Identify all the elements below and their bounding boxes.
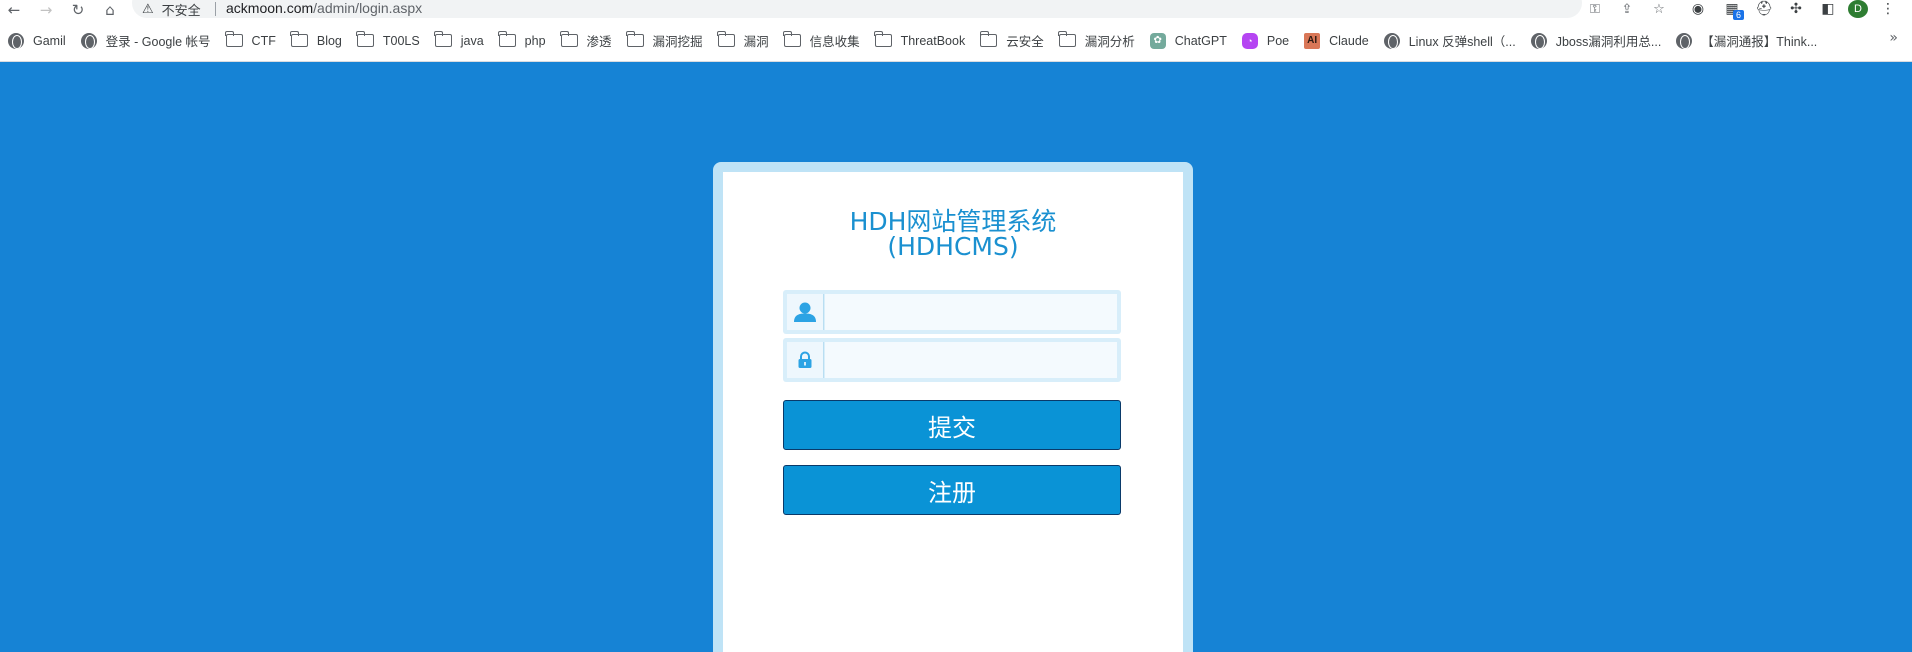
submit-button[interactable]: 提交 bbox=[783, 400, 1121, 450]
folder-icon bbox=[1058, 31, 1076, 47]
globe-icon bbox=[1383, 32, 1400, 49]
folder-icon bbox=[434, 31, 452, 47]
share-icon[interactable]: ⇪ bbox=[1616, 0, 1638, 18]
bookmark-label: Poe bbox=[1266, 33, 1290, 48]
bookmark-item[interactable]: AI Claude bbox=[1304, 26, 1377, 56]
folder-icon bbox=[356, 31, 374, 47]
password-field bbox=[783, 338, 1121, 382]
bookmark-item[interactable]: Linux 反弹shell（... bbox=[1383, 26, 1524, 56]
extensions-puzzle-icon[interactable]: ✣ bbox=[1784, 0, 1808, 18]
bookmark-label: T00LS bbox=[382, 33, 420, 48]
bookmark-label: Blog bbox=[316, 33, 342, 48]
login-panel-frame: HDH网站管理系统 (HDHCMS) 提交 注册 bbox=[713, 162, 1193, 652]
folder-icon bbox=[626, 31, 644, 47]
bookmark-item[interactable]: 信息收集 bbox=[783, 26, 868, 56]
bookmark-label: 云安全 bbox=[1006, 35, 1044, 49]
bookmark-label: 信息收集 bbox=[809, 35, 860, 49]
security-indicator[interactable]: ⚠ 不安全 bbox=[142, 0, 201, 18]
security-label: 不安全 bbox=[161, 2, 201, 18]
bookmark-label: java bbox=[460, 33, 484, 48]
bookmark-label: ThreatBook bbox=[900, 33, 966, 48]
register-button[interactable]: 注册 bbox=[783, 465, 1121, 515]
extension-badge: 6 bbox=[1733, 10, 1745, 20]
bookmark-item[interactable]: Jboss漏洞利用总... bbox=[1530, 26, 1670, 56]
folder-icon bbox=[290, 31, 308, 47]
home-icon[interactable]: ⌂ bbox=[100, 0, 120, 20]
folder-icon bbox=[874, 31, 892, 47]
lock-icon bbox=[787, 342, 824, 378]
menu-kebab-icon[interactable]: ⋮ bbox=[1876, 0, 1900, 18]
username-field bbox=[783, 290, 1121, 334]
bookmark-label: Claude bbox=[1329, 33, 1369, 48]
bookmark-item[interactable]: ✿ ChatGPT bbox=[1149, 26, 1235, 56]
password-input[interactable] bbox=[825, 342, 1117, 378]
folder-icon bbox=[560, 31, 578, 47]
globe-icon bbox=[1530, 32, 1547, 49]
bookmark-label: Linux 反弹shell（... bbox=[1408, 35, 1516, 49]
globe-icon bbox=[8, 32, 24, 49]
title-line-1: HDH网站管理系统 bbox=[849, 207, 1057, 236]
bookmark-item[interactable]: 漏洞分析 bbox=[1058, 26, 1143, 56]
address-separator bbox=[215, 2, 216, 16]
chatgpt-icon: ✿ bbox=[1149, 32, 1166, 49]
side-panel-icon[interactable]: ◧ bbox=[1816, 0, 1840, 18]
url-text[interactable]: ackmoon.com/admin/login.aspx bbox=[226, 0, 422, 18]
globe-icon bbox=[1676, 32, 1693, 49]
bookmark-label: 漏洞挖掘 bbox=[652, 35, 703, 49]
folder-icon bbox=[979, 31, 998, 47]
key-icon[interactable]: ⚿ bbox=[1584, 0, 1606, 18]
user-icon bbox=[787, 294, 824, 330]
bookmark-item[interactable]: Gamil bbox=[8, 26, 74, 56]
username-input[interactable] bbox=[825, 294, 1117, 330]
bookmark-item[interactable]: 漏洞 bbox=[717, 26, 777, 56]
bookmarks-bar: Gamil 登录 - Google 帐号 CTF Blog T00LS java php 渗透… bbox=[0, 20, 1912, 62]
bookmark-label: ChatGPT bbox=[1174, 33, 1227, 48]
forward-icon[interactable]: → bbox=[36, 0, 56, 20]
bookmark-label: 漏洞分析 bbox=[1084, 35, 1135, 49]
extension-circle-icon[interactable]: ◉ bbox=[1686, 0, 1710, 18]
bookmark-label: 渗透 bbox=[586, 35, 612, 49]
back-icon[interactable]: ← bbox=[4, 0, 24, 20]
bookmark-label: Gamil bbox=[33, 33, 66, 48]
bookmark-item[interactable]: CTF bbox=[225, 26, 284, 56]
extension-hat-icon[interactable]: ⛑ bbox=[1752, 0, 1776, 18]
bookmark-item[interactable]: php bbox=[498, 26, 554, 56]
title-line-2: (HDHCMS) bbox=[887, 232, 1019, 261]
browser-toolbar: ← → ↻ ⌂ ⚠ 不安全 ackmoon.com/admin/login.as… bbox=[0, 0, 1912, 20]
bookmark-item[interactable]: 登录 - Google 帐号 bbox=[80, 26, 219, 56]
profile-avatar[interactable]: D bbox=[1848, 0, 1868, 18]
claude-icon: AI bbox=[1304, 32, 1321, 49]
url-path: /admin/login.aspx bbox=[313, 0, 423, 16]
bookmark-label: 【漏洞通报】Think... bbox=[1701, 35, 1818, 49]
bookmark-label: 漏洞 bbox=[743, 35, 769, 49]
folder-icon bbox=[498, 31, 516, 47]
bookmark-label: 登录 - Google 帐号 bbox=[105, 35, 211, 49]
globe-icon bbox=[80, 32, 97, 49]
page-title: HDH网站管理系统 (HDHCMS) bbox=[723, 209, 1183, 259]
login-panel: HDH网站管理系统 (HDHCMS) 提交 注册 bbox=[723, 172, 1183, 652]
bookmark-item[interactable]: 【漏洞通报】Think... bbox=[1676, 26, 1825, 56]
bookmark-item[interactable]: 渗透 bbox=[560, 26, 620, 56]
bookmark-item[interactable]: 漏洞挖掘 bbox=[626, 26, 711, 56]
bookmark-item[interactable]: T00LS bbox=[356, 26, 428, 56]
bookmarks-overflow-icon[interactable]: » bbox=[1889, 30, 1898, 46]
poe-icon: ◔ bbox=[1241, 32, 1258, 49]
bookmark-item[interactable]: java bbox=[434, 26, 492, 56]
bookmark-label: CTF bbox=[251, 33, 276, 48]
folder-icon bbox=[783, 31, 801, 47]
bookmark-label: php bbox=[524, 33, 546, 48]
folder-icon bbox=[225, 31, 243, 47]
url-host: ackmoon.com bbox=[226, 0, 314, 16]
reload-icon[interactable]: ↻ bbox=[68, 0, 88, 20]
bookmark-item[interactable]: ThreatBook bbox=[874, 26, 974, 56]
bookmark-item[interactable]: ◔ Poe bbox=[1241, 26, 1297, 56]
bookmark-item[interactable]: 云安全 bbox=[979, 26, 1052, 56]
bookmark-item[interactable]: Blog bbox=[290, 26, 350, 56]
bookmark-label: Jboss漏洞利用总... bbox=[1555, 35, 1662, 49]
star-icon[interactable]: ☆ bbox=[1648, 0, 1670, 18]
folder-icon bbox=[717, 31, 735, 47]
warning-icon: ⚠ bbox=[142, 1, 154, 17]
